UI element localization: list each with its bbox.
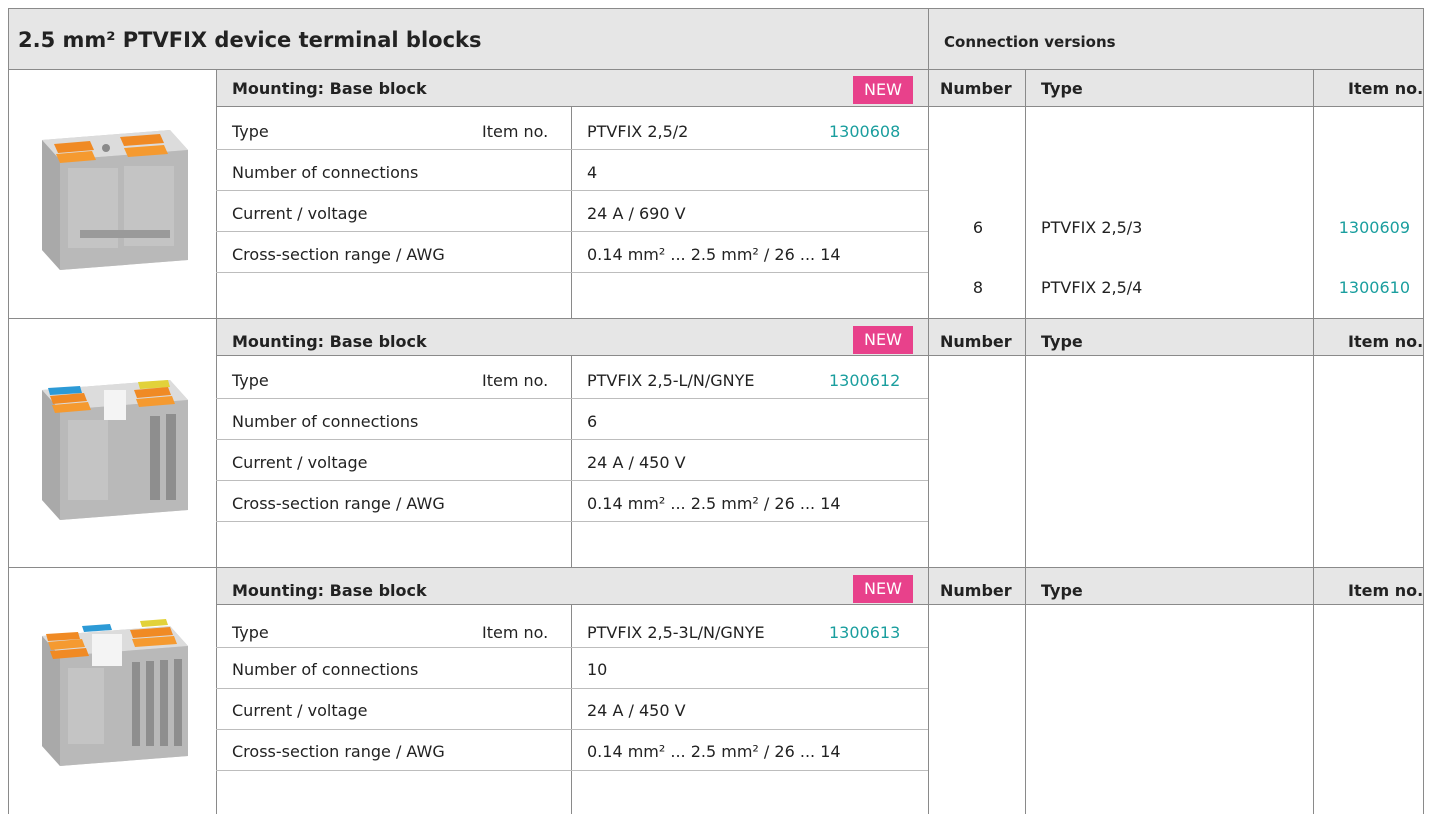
current-voltage-value: 24 A / 690 V [587, 204, 686, 223]
current-voltage-label: Current / voltage [232, 453, 368, 472]
col-item-no-header: Item no. [1348, 79, 1424, 98]
version-type: PTVFIX 2,5/3 [1041, 218, 1143, 237]
mounting-label: Mounting: Base block [232, 79, 427, 98]
version-item-no-link[interactable]: 1300610 [1313, 278, 1410, 298]
product-item-no-link[interactable]: 1300608 [829, 122, 900, 142]
type-label: Type [232, 623, 269, 642]
col-item-no-header: Item no. [1348, 332, 1424, 351]
version-type: PTVFIX 2,5/4 [1041, 278, 1143, 297]
row-separator [216, 231, 928, 232]
terminal-block-orange-image [42, 130, 188, 270]
column-divider [1313, 69, 1314, 814]
column-divider [928, 8, 929, 814]
table-border [8, 8, 1424, 9]
new-badge: NEW [853, 326, 913, 354]
connections-label: Number of connections [232, 660, 419, 679]
column-divider [571, 604, 572, 814]
type-label: Type [232, 122, 269, 141]
row-separator [216, 770, 928, 771]
connections-label: Number of connections [232, 412, 419, 431]
mounting-label: Mounting: Base block [232, 332, 427, 351]
version-item-no-link[interactable]: 1300609 [1313, 218, 1410, 238]
row-separator [216, 480, 928, 481]
row-separator [8, 318, 1424, 319]
col-item-no-header: Item no. [1348, 581, 1424, 600]
item-no-label: Item no. [482, 371, 549, 390]
new-badge: NEW [853, 76, 913, 104]
connection-versions-title: Connection versions [944, 33, 1116, 51]
row-separator [216, 190, 928, 191]
product-item-no-link[interactable]: 1300613 [829, 623, 900, 643]
col-type-header: Type [1041, 79, 1083, 98]
cross-section-label: Cross-section range / AWG [232, 494, 445, 513]
col-type-header: Type [1041, 332, 1083, 351]
connections-value: 6 [587, 412, 598, 431]
row-separator [216, 398, 928, 399]
table-border [1423, 8, 1424, 814]
row-separator [8, 567, 1424, 568]
cross-section-value: 0.14 mm² ... 2.5 mm² / 26 ... 14 [587, 742, 841, 761]
cross-section-label: Cross-section range / AWG [232, 245, 445, 264]
new-badge: NEW [853, 575, 913, 603]
col-number-header: Number [940, 581, 1012, 600]
column-divider [216, 69, 217, 814]
row-separator [216, 106, 1424, 107]
version-number: 8 [972, 278, 984, 297]
current-voltage-value: 24 A / 450 V [587, 701, 686, 720]
row-separator [216, 355, 1424, 356]
product-type: PTVFIX 2,5-L/N/GNYE [587, 371, 755, 390]
product-type: PTVFIX 2,5/2 [587, 122, 689, 141]
connections-value: 4 [587, 163, 598, 182]
row-separator [216, 521, 928, 522]
product-item-no-link[interactable]: 1300612 [829, 371, 900, 391]
cross-section-value: 0.14 mm² ... 2.5 mm² / 26 ... 14 [587, 494, 841, 513]
column-divider [1025, 69, 1026, 814]
row-separator [216, 149, 928, 150]
page-title: 2.5 mm² PTVFIX device terminal blocks [18, 28, 482, 52]
column-divider [571, 355, 572, 567]
item-no-label: Item no. [482, 623, 549, 642]
col-number-header: Number [940, 79, 1012, 98]
current-voltage-label: Current / voltage [232, 701, 368, 720]
column-divider [571, 106, 572, 318]
mounting-label: Mounting: Base block [232, 581, 427, 600]
version-number: 6 [972, 218, 984, 237]
row-separator [216, 647, 928, 648]
item-no-label: Item no. [482, 122, 549, 141]
current-voltage-label: Current / voltage [232, 204, 368, 223]
product-type: PTVFIX 2,5-3L/N/GNYE [587, 623, 765, 642]
row-separator [216, 439, 928, 440]
row-separator [216, 688, 928, 689]
row-separator [216, 604, 1424, 605]
cross-section-label: Cross-section range / AWG [232, 742, 445, 761]
current-voltage-value: 24 A / 450 V [587, 453, 686, 472]
row-separator [216, 729, 928, 730]
col-type-header: Type [1041, 581, 1083, 600]
row-separator [8, 69, 1424, 70]
row-separator [216, 272, 928, 273]
connections-value: 10 [587, 660, 608, 679]
type-label: Type [232, 371, 269, 390]
col-number-header: Number [940, 332, 1012, 351]
cross-section-value: 0.14 mm² ... 2.5 mm² / 26 ... 14 [587, 245, 841, 264]
connections-label: Number of connections [232, 163, 419, 182]
terminal-block-l-n-gnye-image [42, 380, 188, 520]
table-border [8, 8, 9, 814]
terminal-block-3l-n-gnye-image [42, 619, 188, 766]
